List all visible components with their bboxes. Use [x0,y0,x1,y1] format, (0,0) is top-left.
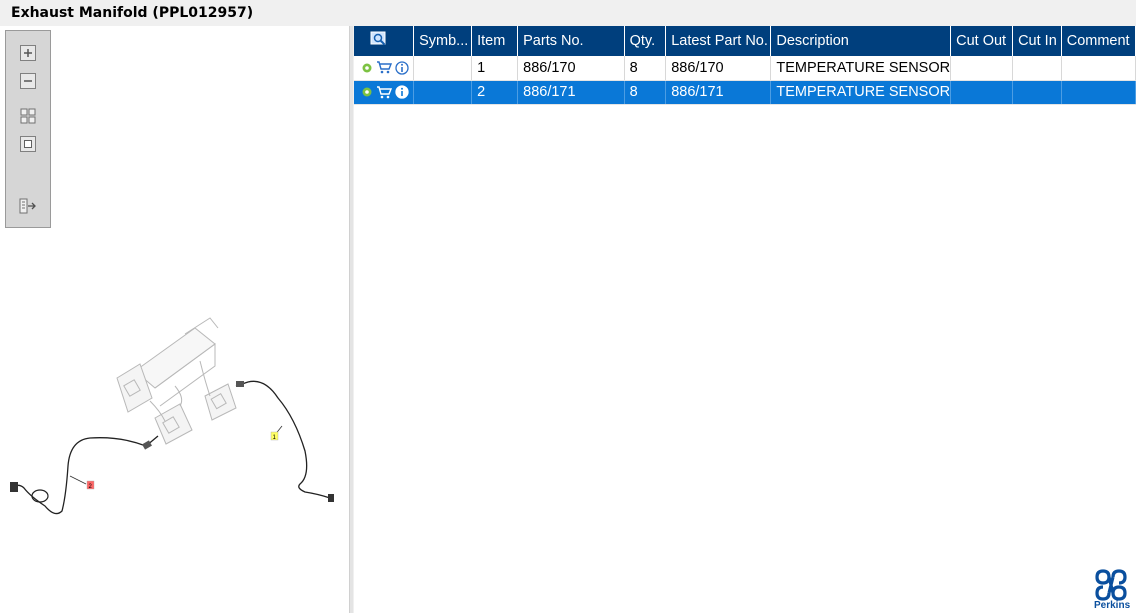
cell-cut-out [950,56,1014,81]
cell-item: 1 [471,56,519,81]
column-header-qty[interactable]: Qty. [624,26,667,56]
cell-item: 2 [471,80,519,105]
cell-latest-part-no: 886/171 [665,80,772,105]
exhaust-manifold-drawing[interactable]: 1 2 [0,286,349,536]
cell-comment [1061,80,1136,105]
row-actions [354,80,415,105]
cell-parts-no: 886/170 [517,56,625,81]
square-icon [20,136,36,152]
info-icon[interactable] [395,85,409,99]
brand-name: Perkins [1094,600,1131,611]
cell-cut-out [950,80,1014,105]
export-button[interactable] [19,197,37,215]
column-header-parts-no[interactable]: Parts No. [517,26,625,56]
viewer-toolbar [5,30,51,228]
pane-splitter[interactable] [349,26,353,613]
cell-description: TEMPERATURE SENSOR [770,80,952,105]
drawing-viewer[interactable]: 1 2 [0,26,349,613]
plus-icon [20,45,36,61]
sensor-cable-2 [13,435,159,515]
cell-qty: 8 [624,80,667,105]
zoom-out-button[interactable] [19,72,37,90]
parts-table: Symb... Item Parts No. Qty. Latest Part … [354,26,1136,105]
table-row[interactable]: 1 886/170 8 886/170 TEMPERATURE SENSOR [354,56,1136,81]
cell-latest-part-no: 886/170 [665,56,772,81]
info-icon[interactable] [395,61,409,75]
cell-cut-in [1012,56,1062,81]
cell-qty: 8 [624,56,667,81]
zoom-in-button[interactable] [19,44,37,62]
sensor-cable-1 [235,380,331,499]
export-icon [19,198,36,214]
cart-icon[interactable] [376,85,392,99]
cell-symbol [413,56,473,81]
actual-size-button[interactable] [19,135,37,153]
fit-icon [20,108,36,124]
column-header-cut-in[interactable]: Cut In [1012,26,1062,56]
column-header-cut-out[interactable]: Cut Out [950,26,1014,56]
callout-2[interactable]: 2 [86,480,95,490]
table-row-selected[interactable]: 2 886/171 8 886/171 TEMPERATURE SENSOR [354,80,1136,105]
table-header: Symb... Item Parts No. Qty. Latest Part … [354,26,1136,56]
cart-icon[interactable] [376,61,392,74]
column-header-latest-part-no[interactable]: Latest Part No. [665,26,772,56]
window-title: Exhaust Manifold (PPL012957) [0,0,1136,26]
fit-all-button[interactable] [19,107,37,125]
column-header-description[interactable]: Description [770,26,952,56]
parts-grid-pane: Symb... Item Parts No. Qty. Latest Part … [354,26,1136,613]
minus-icon [20,73,36,89]
cell-parts-no: 886/171 [517,80,625,105]
column-header-item[interactable]: Item [471,26,519,56]
cell-comment [1061,56,1136,81]
cell-cut-in [1012,80,1062,105]
column-header-comment[interactable]: Comment [1061,26,1136,56]
row-actions [354,56,415,81]
callout-1[interactable]: 1 [270,431,279,441]
column-header-search[interactable] [354,26,415,56]
gear-icon[interactable] [361,62,373,74]
column-header-symbol[interactable]: Symb... [413,26,473,56]
gear-icon[interactable] [361,86,373,98]
search-icon[interactable] [370,31,388,47]
cell-description: TEMPERATURE SENSOR [770,56,952,81]
cell-symbol [413,80,473,105]
